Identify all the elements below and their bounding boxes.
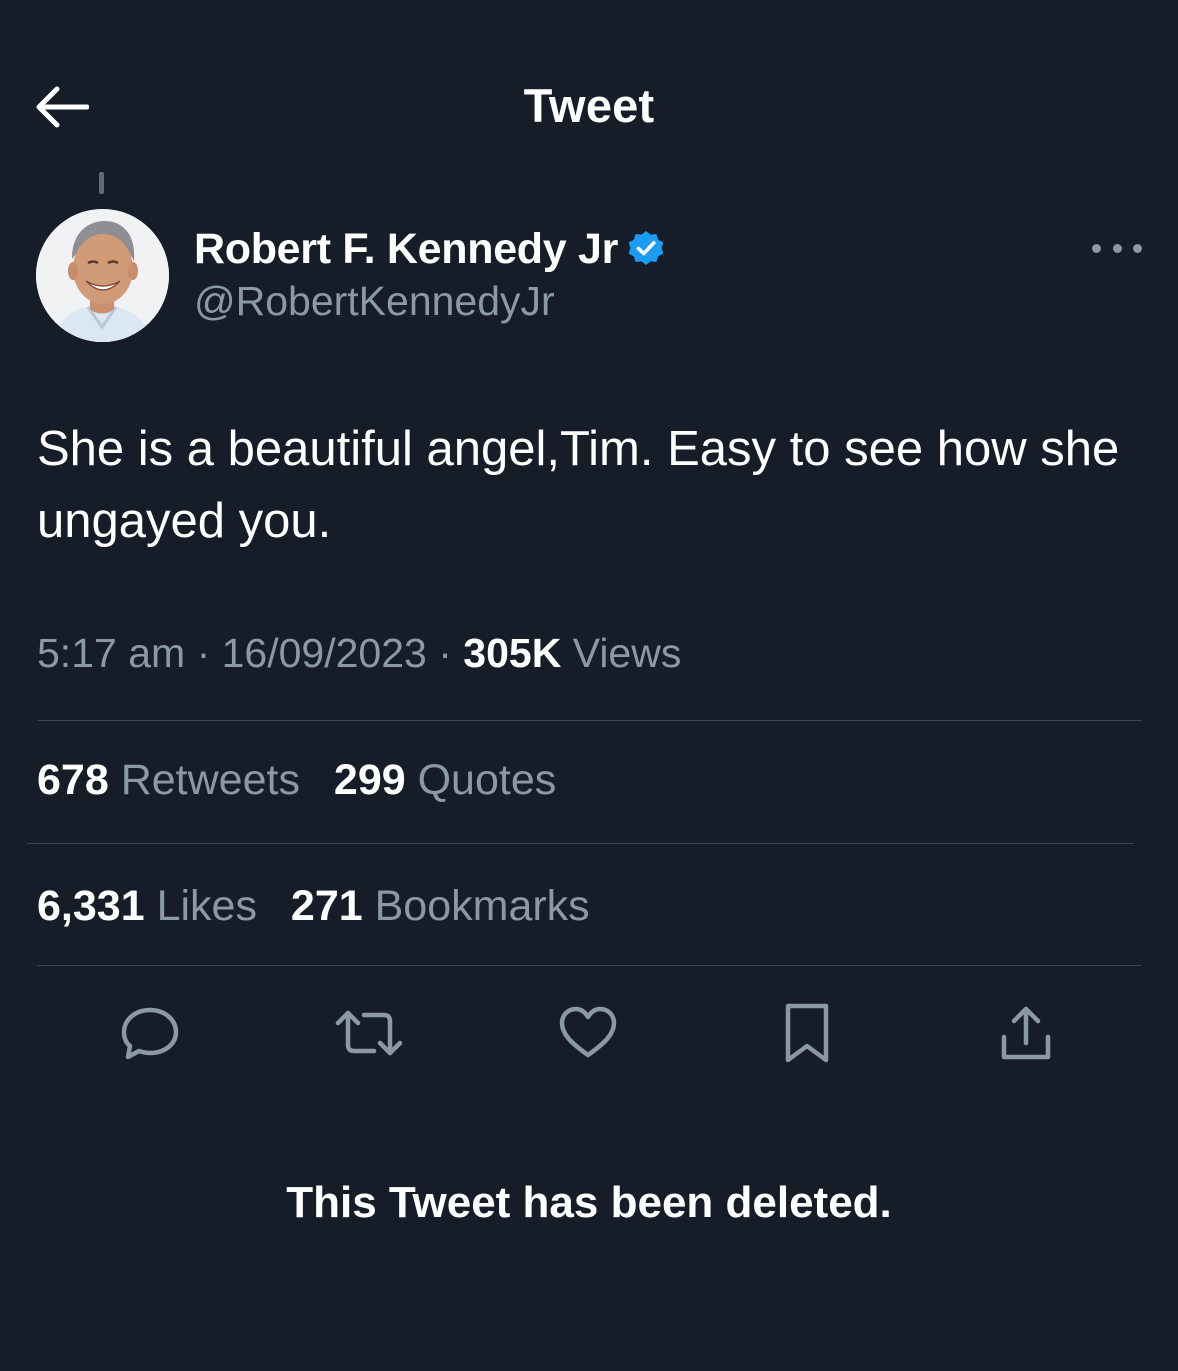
retweet-button[interactable] — [334, 995, 404, 1070]
profile-photo — [36, 209, 169, 342]
tweet-meta: 5:17 am · 16/09/2023 · 305K Views — [37, 630, 681, 677]
quotes-stat[interactable]: 299 Quotes — [334, 756, 556, 805]
bookmarks-count: 271 — [290, 882, 363, 930]
bookmarks-stat[interactable]: 271 Bookmarks — [291, 882, 590, 931]
stats-row-saves: 6,331 Likes 271 Bookmarks — [37, 882, 612, 931]
like-icon — [559, 1006, 617, 1057]
reply-icon — [121, 1007, 179, 1059]
divider — [27, 843, 1134, 844]
tweet-time[interactable]: 5:17 am — [37, 630, 185, 676]
like-button[interactable] — [553, 995, 623, 1070]
more-options-button[interactable] — [1092, 232, 1142, 264]
likes-count: 6,331 — [37, 882, 145, 930]
likes-stat[interactable]: 6,331 Likes — [37, 882, 257, 931]
share-icon — [1001, 1006, 1051, 1059]
bookmarks-label: Bookmarks — [374, 882, 590, 930]
views-count: 305K — [463, 630, 562, 676]
more-dot-icon — [1092, 243, 1101, 253]
author-name[interactable]: Robert F. Kennedy Jr — [194, 225, 618, 274]
tweet-date[interactable]: 16/09/2023 — [222, 630, 427, 676]
bookmark-icon — [785, 1003, 829, 1062]
author-handle[interactable]: @RobertKennedyJr — [194, 278, 666, 325]
meta-separator: · — [196, 630, 211, 676]
retweets-count: 678 — [37, 756, 109, 804]
retweets-label: Retweets — [120, 756, 300, 804]
thread-connector-line — [99, 172, 104, 194]
retweet-icon — [335, 1010, 403, 1055]
author-info[interactable]: Robert F. Kennedy Jr @RobertKennedyJr — [194, 222, 666, 325]
action-bar — [0, 995, 1178, 1070]
views-label: Views — [572, 630, 682, 676]
meta-separator: · — [438, 630, 452, 676]
page-title: Tweet — [523, 79, 655, 132]
bookmark-button[interactable] — [772, 995, 842, 1070]
top-bar: Tweet — [0, 0, 1178, 200]
deleted-tweet-notice: This Tweet has been deleted. — [286, 1178, 892, 1227]
divider — [37, 965, 1142, 966]
quotes-label: Quotes — [417, 756, 557, 804]
author-name-row: Robert F. Kennedy Jr — [194, 222, 666, 276]
divider — [37, 720, 1142, 721]
more-dot-icon — [1133, 243, 1142, 253]
stats-row-engagement: 678 Retweets 299 Quotes — [37, 756, 578, 805]
reply-button[interactable] — [115, 995, 185, 1070]
verified-badge-icon — [628, 231, 664, 265]
likes-label: Likes — [156, 882, 257, 930]
more-dot-icon — [1112, 243, 1122, 253]
share-button[interactable] — [991, 995, 1061, 1070]
quotes-count: 299 — [333, 756, 406, 804]
avatar[interactable] — [36, 209, 169, 342]
retweets-stat[interactable]: 678 Retweets — [37, 756, 300, 805]
tweet-text: She is a beautiful angel,Tim. Easy to se… — [37, 422, 1120, 548]
